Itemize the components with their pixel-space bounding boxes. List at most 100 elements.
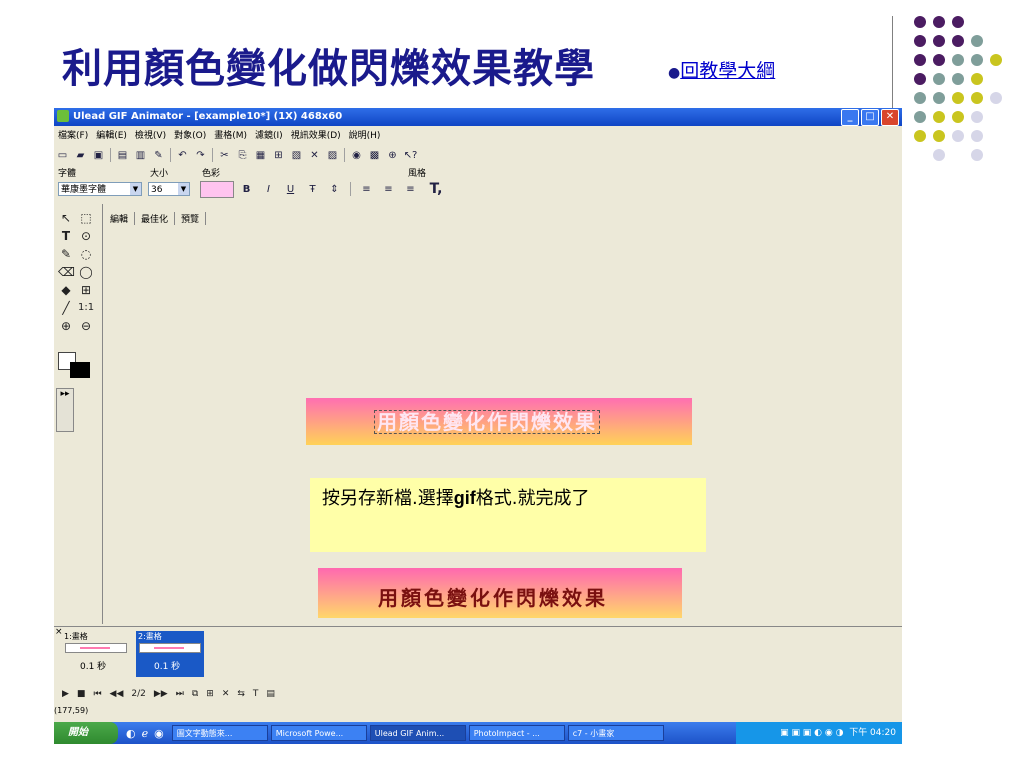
image-icon[interactable]: ▨ xyxy=(326,149,339,162)
strikethrough-icon[interactable]: Ŧ xyxy=(306,183,319,196)
help-pointer-icon[interactable]: ↖? xyxy=(404,149,418,162)
frame-thumbnail[interactable]: 1:畫格 0.1 秒 xyxy=(62,631,130,677)
zoom-in-icon[interactable]: ⊕ xyxy=(58,318,74,334)
duplicate-frame-icon[interactable]: ⧉ xyxy=(192,689,198,699)
taskbar-item[interactable]: Microsoft Powe... xyxy=(270,725,367,741)
redo-icon[interactable]: ↷ xyxy=(194,149,207,162)
underline-icon[interactable]: U xyxy=(284,183,297,196)
copy-icon[interactable]: ⎘ xyxy=(236,149,249,162)
paste-icon[interactable]: ▦ xyxy=(254,149,267,162)
menu-view[interactable]: 檢視(V) xyxy=(135,128,166,144)
align-center-icon[interactable]: ≡ xyxy=(382,183,395,196)
brush-tool-icon[interactable]: ✎ xyxy=(58,246,74,262)
magic-wand-icon[interactable]: ⊙ xyxy=(78,228,94,244)
text-tool-icon[interactable]: T xyxy=(58,228,74,244)
menu-video-effect[interactable]: 視訊效果(D) xyxy=(291,128,341,144)
size-select[interactable]: 36 ▼ xyxy=(148,182,190,196)
bold-icon[interactable]: B xyxy=(240,183,253,196)
dot xyxy=(914,92,926,104)
close-button[interactable]: ✕ xyxy=(881,109,899,126)
first-frame-icon[interactable]: ⏮ xyxy=(93,689,101,699)
maximize-button[interactable]: □ xyxy=(861,109,879,126)
eraser-tool-icon[interactable]: ⌫ xyxy=(58,264,75,280)
delete-frame-icon[interactable]: ✕ xyxy=(222,689,230,699)
pointer-tool-icon[interactable]: ↖ xyxy=(58,210,74,226)
preview-icon[interactable]: ▩ xyxy=(368,149,381,162)
marquee-tool-icon[interactable]: ⬚ xyxy=(78,210,94,226)
add-image-icon[interactable]: ▤ xyxy=(116,149,129,162)
palette-icon[interactable]: ◉ xyxy=(350,149,363,162)
taskbar-item[interactable]: PhotoImpact - ... xyxy=(468,725,565,741)
foreground-color-swatch[interactable] xyxy=(70,362,90,378)
dot xyxy=(914,54,926,66)
crop-tool-icon[interactable]: ⊞ xyxy=(78,282,94,298)
frame-panel: × 1:畫格 0.1 秒 2:畫格 0.1 秒 xyxy=(54,626,902,685)
actual-size-icon[interactable]: 1:1 xyxy=(78,300,94,316)
frame-duration[interactable]: 0.1 秒 xyxy=(80,659,106,672)
italic-icon[interactable]: I xyxy=(262,183,275,196)
chevron-down-icon[interactable]: ▼ xyxy=(178,183,189,195)
banner-text-selected[interactable]: 用顏色變化作閃爍效果 xyxy=(374,410,600,434)
next-frame-icon[interactable]: ▶▶ xyxy=(154,689,168,699)
play-icon[interactable]: ▶ xyxy=(62,689,69,699)
undo-icon[interactable]: ↶ xyxy=(176,149,189,162)
menu-frame[interactable]: 畫格(M) xyxy=(214,128,247,144)
tray-icons[interactable]: ▣ ▣ ▣ ◐ ◉ ◑ xyxy=(780,728,849,738)
frame-duration[interactable]: 0.1 秒 xyxy=(154,659,180,672)
paint-icon[interactable]: ✎ xyxy=(152,149,165,162)
stop-icon[interactable]: ■ xyxy=(77,689,86,699)
taskbar-item[interactable]: c7 - 小畫家 xyxy=(567,725,664,741)
menu-file[interactable]: 檔案(F) xyxy=(58,128,88,144)
tab-optimize[interactable]: 最佳化 xyxy=(135,212,176,225)
frame-properties-icon[interactable]: ▤ xyxy=(266,689,275,699)
menu-filter[interactable]: 濾鏡(I) xyxy=(255,128,283,144)
tween-icon[interactable]: ⇆ xyxy=(237,689,245,699)
playback-bar: ▶ ■ ⏮ ◀◀ 2/2 ▶▶ ⏭ ⧉ ⊞ ✕ ⇆ T ▤ xyxy=(62,686,275,702)
font-select[interactable]: 華康墨字體 ▼ xyxy=(58,182,142,196)
text-banner-icon[interactable]: T xyxy=(253,689,259,699)
align-right-icon[interactable]: ≡ xyxy=(404,183,417,196)
dot xyxy=(952,111,964,123)
fill-tool-icon[interactable]: ◆ xyxy=(58,282,74,298)
tab-edit[interactable]: 編輯 xyxy=(104,212,136,225)
new-file-icon[interactable]: ▭ xyxy=(56,149,69,162)
desktop-icon[interactable]: ◐ xyxy=(126,727,136,740)
window-titlebar[interactable]: Ulead GIF Animator - [example10*] (1X) 4… xyxy=(54,108,902,126)
open-file-icon[interactable]: ▰ xyxy=(74,149,87,162)
add-frame-icon[interactable]: ⊞ xyxy=(206,689,214,699)
media-icon[interactable]: ◉ xyxy=(154,727,164,740)
frame-thumbnail-selected[interactable]: 2:畫格 0.1 秒 xyxy=(136,631,204,677)
start-button[interactable]: 開始 xyxy=(54,722,118,744)
align-left-icon[interactable]: ≡ xyxy=(360,183,373,196)
select-tool-icon[interactable]: ◯ xyxy=(78,264,94,280)
panel-expand-handle[interactable]: ▸▸ xyxy=(56,388,74,432)
zoom-out-icon[interactable]: ⊖ xyxy=(78,318,94,334)
back-to-outline[interactable]: ●回教學大綱 xyxy=(668,56,775,83)
lasso-tool-icon[interactable]: ◌ xyxy=(78,246,94,262)
back-to-outline-link[interactable]: 回教學大綱 xyxy=(680,60,775,82)
vertical-text-icon[interactable]: ⇕ xyxy=(328,183,341,196)
grid-icon[interactable]: ⊞ xyxy=(272,149,285,162)
last-frame-icon[interactable]: ⏭ xyxy=(176,689,184,699)
menu-help[interactable]: 說明(H) xyxy=(349,128,381,144)
delete-icon[interactable]: ✕ xyxy=(308,149,321,162)
zoom-icon[interactable]: ⊕ xyxy=(386,149,399,162)
minimize-button[interactable]: _ xyxy=(841,109,859,126)
properties-icon[interactable]: ▧ xyxy=(290,149,303,162)
taskbar-item[interactable]: 圖文字動態來... xyxy=(171,725,268,741)
size-select-value: 36 xyxy=(151,185,163,195)
taskbar-item-active[interactable]: Ulead GIF Anim... xyxy=(369,725,466,741)
menu-edit[interactable]: 編輯(E) xyxy=(96,128,127,144)
eyedropper-tool-icon[interactable]: ╱ xyxy=(58,300,74,316)
menu-object[interactable]: 對象(O) xyxy=(174,128,206,144)
previous-frame-icon[interactable]: ◀◀ xyxy=(110,689,124,699)
save-icon[interactable]: ▣ xyxy=(92,149,105,162)
browser-icon[interactable]: ℯ xyxy=(142,727,149,740)
chevron-down-icon[interactable]: ▼ xyxy=(130,183,141,195)
text-color-swatch[interactable] xyxy=(200,181,234,198)
tab-preview[interactable]: 預覽 xyxy=(175,212,207,225)
frame-preview xyxy=(65,643,127,653)
text-style-icon[interactable]: T, xyxy=(426,181,446,197)
add-frame-icon[interactable]: ▥ xyxy=(134,149,147,162)
cut-icon[interactable]: ✂ xyxy=(218,149,231,162)
